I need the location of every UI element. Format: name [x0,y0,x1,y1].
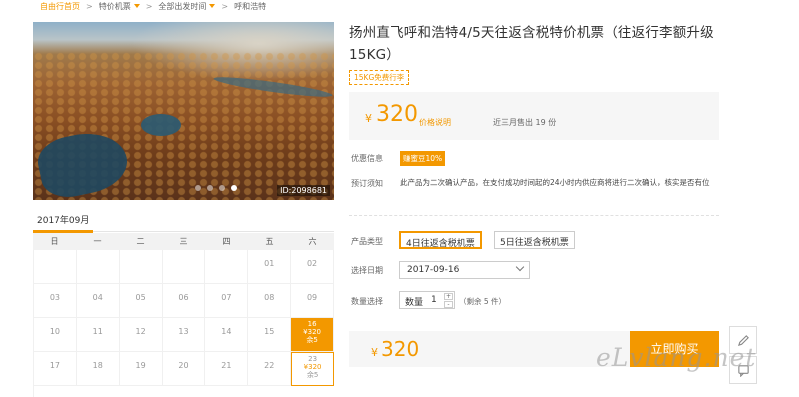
quantity-value[interactable]: 1 [431,295,437,305]
calendar-day [205,250,249,284]
promo-badge: 赚蜜豆10% [400,151,446,166]
calendar-day-number: 23 [308,355,318,363]
promo-label: 优惠信息 [351,154,383,163]
calendar-grid: 01 02 03 04 05 06 07 08 09 10 11 12 13 1… [33,250,334,397]
calendar-day: 17 [34,352,77,386]
breadcrumb-separator: > [86,1,93,11]
calendar-day: 20 [162,352,206,386]
calendar-day: 13 [162,318,206,352]
calendar-day-stock: 余5 [306,336,318,345]
weekday-label: 一 [93,237,102,246]
quantity-label: 数量选择 [351,297,383,306]
calendar-day-price: ¥320 [303,328,321,337]
calendar-day [119,250,163,284]
calendar-day-price: ¥320 [303,363,322,372]
price-explain-link[interactable]: 价格说明 [419,117,451,128]
quantity-decrease-button[interactable]: - [444,301,453,308]
calendar-day-available[interactable]: 23 ¥320 余5 [291,352,334,386]
calendar-day: 14 [205,318,249,352]
calendar-day [34,250,77,284]
calendar-day: 09 [291,284,334,318]
carousel-dot[interactable] [219,185,225,191]
weekday-label: 三 [179,237,188,246]
quantity-increase-button[interactable]: + [444,293,453,300]
photo-id-label: ID:2098681 [277,185,330,196]
product-photo[interactable]: ID:2098681 [33,22,334,200]
calendar-weekday-header: 日 一 二 三 四 五 六 [33,233,334,250]
calendar-day [162,250,206,284]
calendar-day-stock: 余5 [306,371,319,380]
calendar-day: 04 [76,284,120,318]
product-type-option-4day[interactable]: 4日往返含税机票 [399,231,482,249]
breadcrumb-separator: > [221,1,229,11]
calendar-day-number: 16 [307,320,317,328]
calendar-day: 11 [76,318,120,352]
price-box: ¥ 320 价格说明 近三月售出 19 份 [349,92,719,140]
calendar-day-selected[interactable]: 16 ¥320 余5 [291,318,334,352]
breadcrumb-special-flights[interactable]: 特价机票 [99,1,140,12]
calendar-day: 15 [248,318,292,352]
chevron-down-icon [209,4,216,8]
calendar-day: 19 [119,352,163,386]
calendar-day: 22 [248,352,292,386]
remaining-stock: （剩余 5 件） [459,297,507,306]
calendar-day: 08 [248,284,292,318]
calendar-day: 05 [119,284,163,318]
quantity-inner-label: 数量 [405,298,424,308]
calendar-day: 10 [34,318,77,352]
product-title: 扬州直飞呼和浩特4/5天往返含税特价机票（往返行李额升级15KG） [349,25,714,63]
currency-symbol: ¥ [371,346,378,359]
product-type-option-5day[interactable]: 5日往返含税机票 [494,231,575,249]
watermark: eLvlang.net [596,343,757,372]
weekday-label: 日 [50,237,59,246]
carousel-dot[interactable] [207,185,213,191]
weekday-label: 四 [222,237,231,246]
calendar-day: 21 [205,352,249,386]
total-price: 320 [381,337,420,361]
calendar-month: 2017年09月 [37,216,90,226]
chevron-down-icon [133,4,140,8]
date-value: 2017-09-16 [407,265,460,275]
calendar-tab-underline [33,230,334,233]
breadcrumb-separator: > [145,1,153,11]
breadcrumb-home[interactable]: 自由行首页 [40,1,80,12]
calendar-day: 18 [76,352,120,386]
calendar-day [76,250,120,284]
weekday-label: 五 [265,237,274,246]
section-divider [349,215,719,216]
carousel-dot-active[interactable] [231,185,237,191]
notice-text: 此产品为二次确认产品，在支付成功时间起的24小时内供应商将进行二次确认，核实是否… [400,178,710,187]
calendar-day: 03 [34,284,77,318]
weekday-label: 六 [308,237,317,246]
currency-symbol: ¥ [365,112,372,125]
chevron-down-icon [515,262,525,272]
calendar-day: 12 [119,318,163,352]
calendar-day: 02 [291,250,334,284]
date-select[interactable]: 2017-09-16 [399,261,530,279]
date-label: 选择日期 [351,266,383,275]
luggage-tag: 15KG免费行李 [349,70,410,85]
photo-lake [141,114,181,136]
product-type-label: 产品类型 [351,237,383,246]
quantity-stepper[interactable]: 数量 1 + - [399,291,455,309]
calendar-day: 07 [205,284,249,318]
breadcrumb: 自由行首页 > 特价机票 > 全部出发时间 > 呼和浩特 [40,0,266,12]
calendar-day: 01 [248,250,292,284]
calendar-day: 06 [162,284,206,318]
carousel-dots [195,185,237,191]
carousel-dot[interactable] [195,185,201,191]
breadcrumb-current: 呼和浩特 [234,1,267,11]
sold-count: 近三月售出 19 份 [493,118,557,127]
price-amount: 320 [376,102,418,127]
notice-label: 预订须知 [351,179,383,188]
breadcrumb-departure-time[interactable]: 全部出发时间 [158,1,216,12]
weekday-label: 二 [136,237,145,246]
